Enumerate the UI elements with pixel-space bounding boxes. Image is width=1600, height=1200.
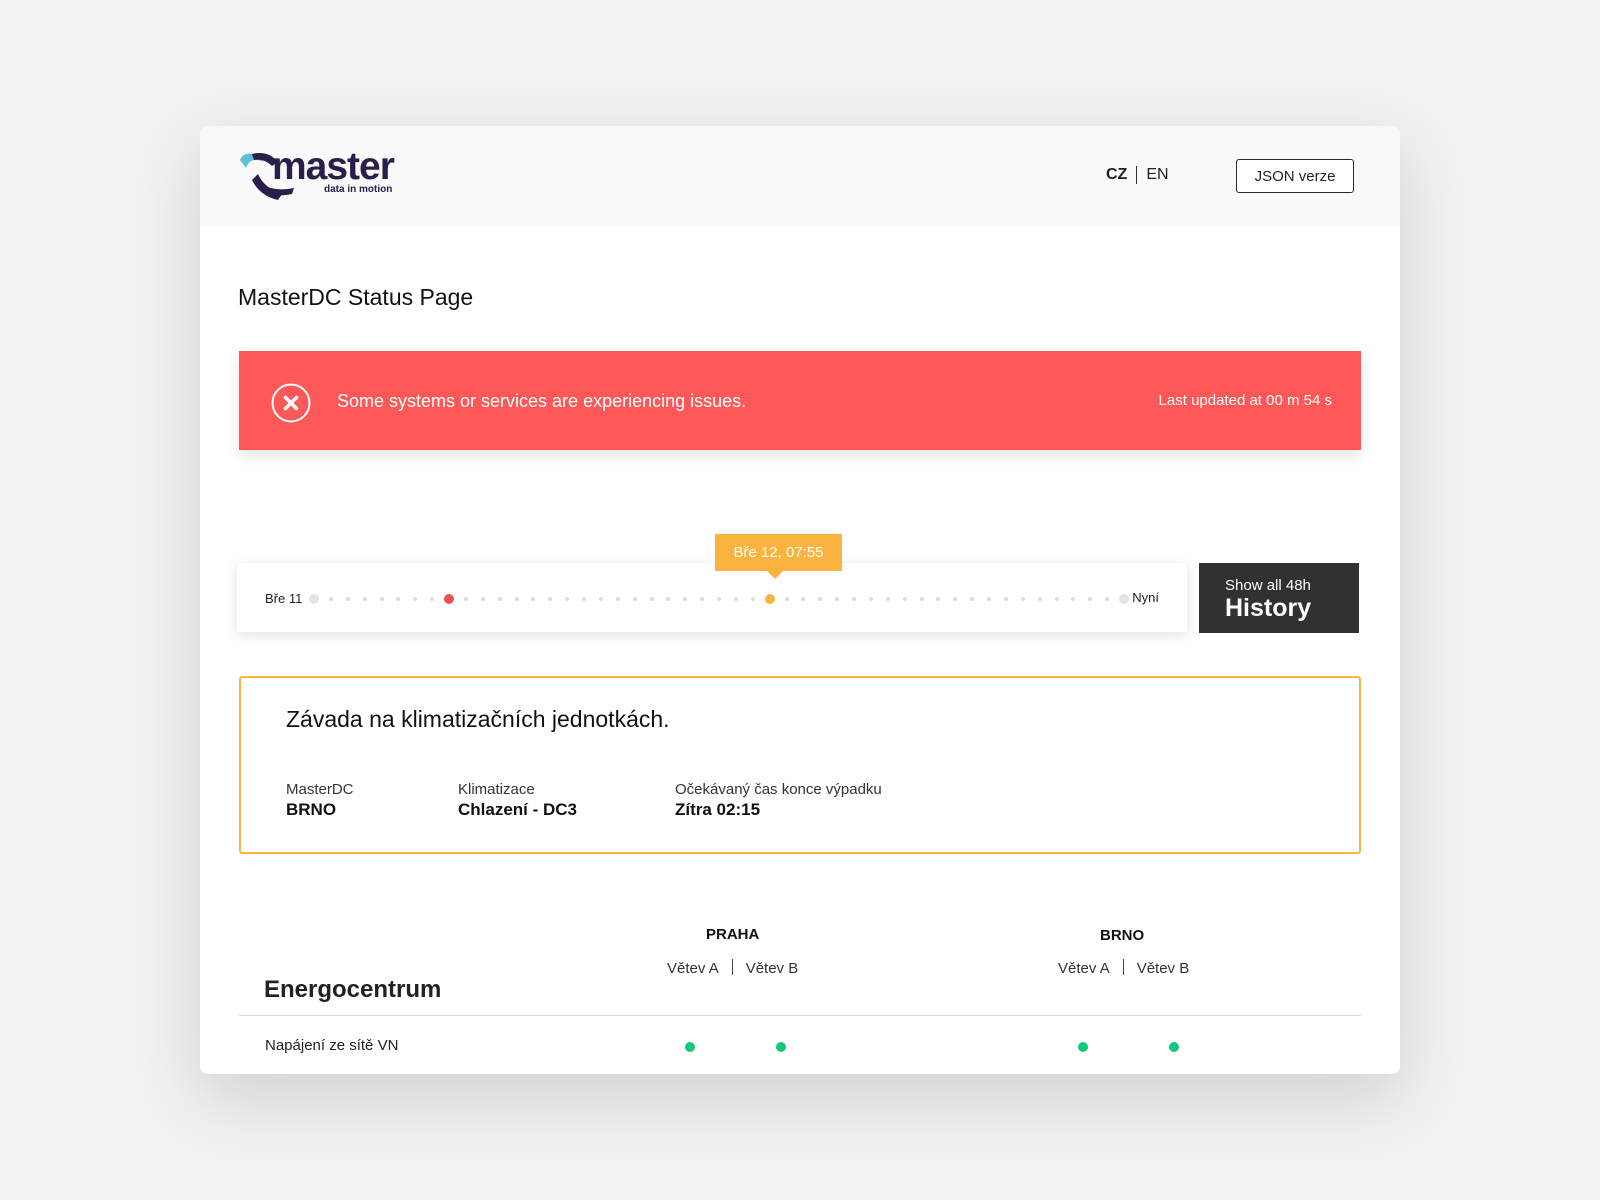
timeline-dot[interactable] xyxy=(1071,597,1076,601)
timeline-dot[interactable] xyxy=(700,597,705,601)
incident-field-label: Očekávaný čas konce výpadku xyxy=(675,781,882,798)
branch-header: Větev A xyxy=(1058,960,1110,977)
timeline-dot[interactable] xyxy=(666,597,671,601)
branch-headers-praha: Větev A Větev B xyxy=(667,959,798,977)
lang-cz-link[interactable]: CZ xyxy=(1106,166,1127,183)
timeline-dot[interactable] xyxy=(1088,597,1093,601)
timeline-dot[interactable] xyxy=(784,597,789,601)
incident-field-value: BRNO xyxy=(286,800,337,819)
alert-last-updated: Last updated at 00 m 54 s xyxy=(1158,392,1332,409)
timeline-dot[interactable] xyxy=(902,597,907,601)
show-history-button[interactable]: Show all 48h History xyxy=(1199,563,1359,633)
status-card: master data in motion CZ EN JSON verze Ma… xyxy=(200,126,1400,1074)
timeline-dot[interactable] xyxy=(987,597,991,601)
row-label: Napájení ze sítě VN xyxy=(265,1037,399,1054)
branch-divider xyxy=(1122,959,1124,975)
logo[interactable]: master data in motion xyxy=(238,145,408,204)
timeline-end-label: Nyní xyxy=(1132,590,1159,605)
timeline-dot[interactable] xyxy=(514,597,519,601)
page-title: MasterDC Status Page xyxy=(238,284,474,310)
timeline-dot[interactable] xyxy=(885,597,890,601)
lang-divider xyxy=(1136,166,1138,184)
close-circle-icon xyxy=(271,383,311,423)
timeline-dot[interactable] xyxy=(1105,597,1110,601)
timeline-dot[interactable] xyxy=(1054,597,1059,601)
timeline-dot[interactable] xyxy=(531,597,536,601)
lang-en-link[interactable]: EN xyxy=(1146,166,1168,183)
incident-title: Závada na klimatizačních jednotkách. xyxy=(286,706,670,732)
alert-message: Some systems or services are experiencin… xyxy=(337,391,747,411)
timeline-dot[interactable] xyxy=(413,597,418,601)
header: master data in motion CZ EN JSON verze xyxy=(200,126,1400,225)
timeline-dot[interactable] xyxy=(852,597,856,601)
language-switcher: CZ EN xyxy=(1106,166,1169,184)
timeline-dot[interactable] xyxy=(953,597,958,601)
timeline-dot[interactable] xyxy=(970,597,975,601)
timeline-dot[interactable] xyxy=(1003,597,1008,601)
timeline-event-outage[interactable] xyxy=(444,594,454,604)
timeline-dot[interactable] xyxy=(582,597,586,601)
history-button-subtitle: Show all 48h xyxy=(1225,577,1311,594)
timeline-dot[interactable] xyxy=(733,597,738,601)
timeline-dot[interactable] xyxy=(379,597,384,601)
incident-card[interactable]: Závada na klimatizačních jednotkách. Mas… xyxy=(239,676,1361,854)
branch-header: Větev B xyxy=(1136,960,1190,977)
timeline-tooltip: Bře 12, 07:55 xyxy=(715,534,842,579)
section-divider xyxy=(239,1015,1361,1016)
history-button-title: History xyxy=(1225,594,1312,622)
timeline-dot[interactable] xyxy=(430,597,435,601)
timeline-dot[interactable] xyxy=(565,597,570,601)
timeline-dot[interactable] xyxy=(345,597,350,601)
timeline-dot[interactable] xyxy=(936,597,941,601)
timeline-dot[interactable] xyxy=(480,597,485,601)
location-header-praha: PRAHA xyxy=(706,926,760,943)
timeline-start-label: Bře 11 xyxy=(265,591,303,606)
location-header-brno: BRNO xyxy=(1100,927,1145,944)
status-alert-banner: Some systems or services are experiencin… xyxy=(239,351,1361,450)
timeline-track[interactable] xyxy=(309,593,1129,605)
section-title: Energocentrum xyxy=(264,976,442,1003)
incident-field-label: Klimatizace xyxy=(458,781,535,798)
branch-header: Větev B xyxy=(745,960,799,977)
timeline-dot[interactable] xyxy=(919,597,924,601)
timeline-dot[interactable] xyxy=(1020,597,1025,601)
timeline-dot[interactable] xyxy=(396,597,401,601)
timeline-dot[interactable] xyxy=(649,597,654,601)
incident-timeline: Bře 11 Nyní xyxy=(237,563,1187,632)
timeline-end-dot xyxy=(1119,594,1129,604)
timeline-dot[interactable] xyxy=(328,597,333,601)
status-dot-brno-a xyxy=(1078,1042,1088,1052)
incident-field-value: Chlazení - DC3 xyxy=(458,800,578,819)
timeline-dot[interactable] xyxy=(750,597,755,601)
timeline-dot[interactable] xyxy=(548,597,553,601)
timeline-event-issue[interactable] xyxy=(764,594,775,604)
status-dot-praha-b xyxy=(776,1042,786,1052)
timeline-dot[interactable] xyxy=(683,597,688,601)
incident-field-value: Zítra 02:15 xyxy=(675,800,761,819)
logo-tagline: data in motion xyxy=(324,184,393,195)
timeline-dot[interactable] xyxy=(362,597,367,601)
branch-header: Větev A xyxy=(667,960,719,977)
status-dot-brno-b xyxy=(1169,1042,1179,1052)
branch-headers-brno: Větev A Větev B xyxy=(1058,959,1189,977)
json-version-button[interactable]: JSON verze xyxy=(1236,159,1354,193)
timeline-dot[interactable] xyxy=(717,597,721,601)
timeline-dot[interactable] xyxy=(497,597,502,601)
incident-field-label: MasterDC xyxy=(286,781,354,798)
incident-field-expected-end: Očekávaný čas konce výpadku Zítra 02:15 xyxy=(675,781,882,821)
timeline-dot[interactable] xyxy=(868,597,873,601)
status-dot-praha-a xyxy=(685,1042,695,1052)
timeline-dot[interactable] xyxy=(615,597,620,601)
incident-field-service: Klimatizace Chlazení - DC3 xyxy=(458,781,577,821)
timeline-dot[interactable] xyxy=(632,597,637,601)
timeline-dot[interactable] xyxy=(1037,597,1042,601)
incident-field-location: MasterDC BRNO xyxy=(286,781,354,821)
timeline-dot[interactable] xyxy=(818,597,823,601)
branch-divider xyxy=(731,959,733,975)
timeline-dot[interactable] xyxy=(835,597,840,601)
timeline-dot[interactable] xyxy=(598,597,603,601)
timeline-dot[interactable] xyxy=(463,597,468,601)
timeline-dot[interactable] xyxy=(801,597,806,601)
timeline-start-dot xyxy=(309,594,319,604)
